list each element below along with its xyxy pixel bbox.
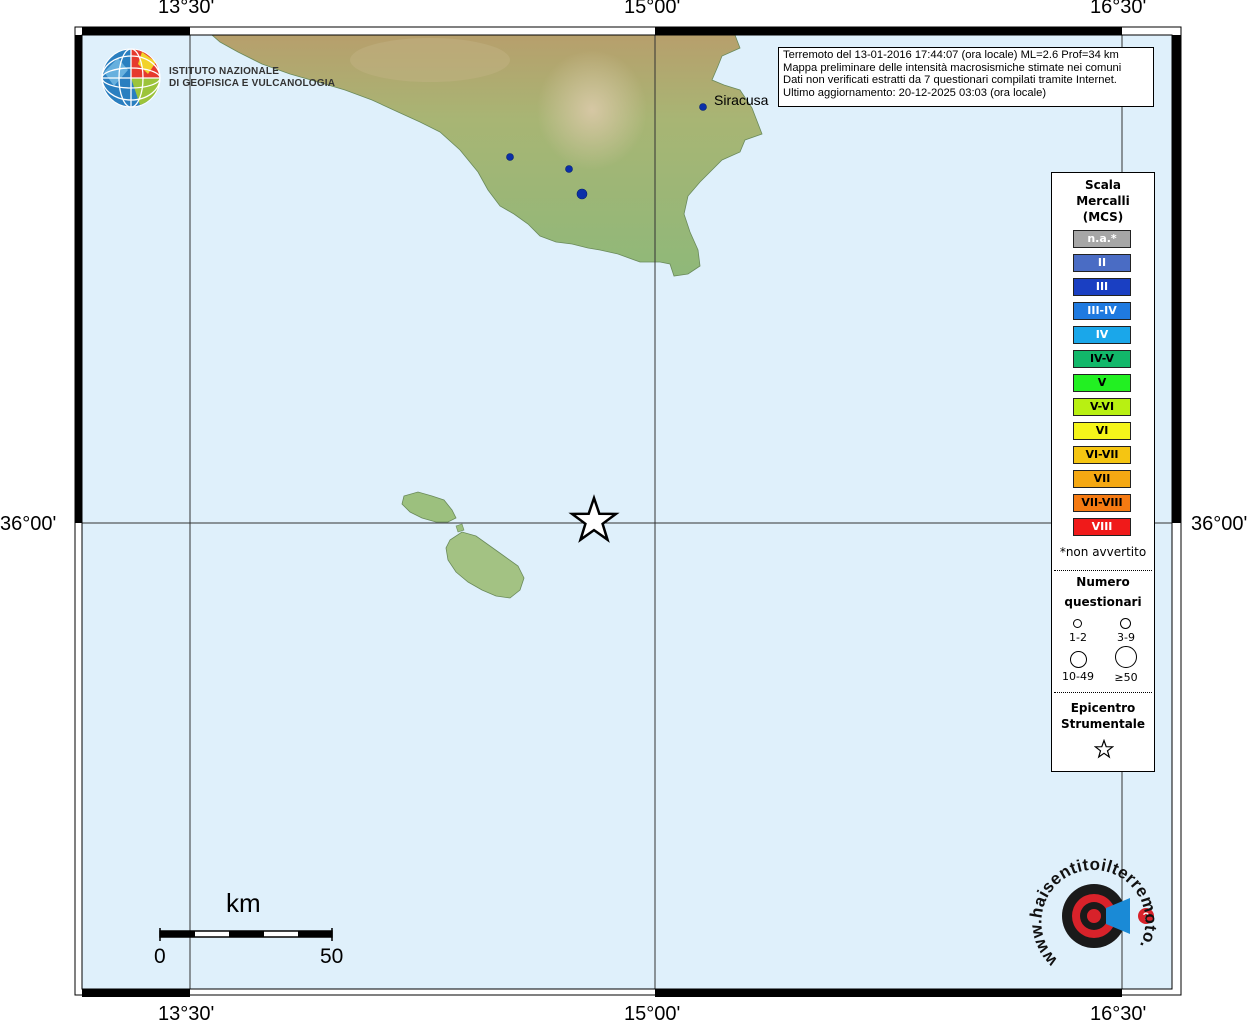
legend-item-intensity: VIII — [1073, 518, 1131, 536]
epicenter-title: Epicentro Strumentale — [1060, 701, 1146, 731]
questionnaire-circle-50 — [1115, 646, 1137, 668]
ingv-logo-line2: DI GEOFISICA E VULCANOLOGIA — [169, 78, 336, 89]
legend-item-intensity: III-IV — [1073, 302, 1131, 320]
legend-item-intensity: V-VI — [1073, 398, 1131, 416]
legend-panel: Scala Mercalli (MCS) n.a.* II III III-IV IV I… — [1051, 172, 1155, 772]
questionnaire-circle-1-2 — [1073, 619, 1082, 628]
legend-item-intensity: n.a.* — [1073, 230, 1131, 248]
legend-separator — [1054, 570, 1152, 571]
questionnaire-label-10-49: 10-49 — [1062, 670, 1094, 683]
questionnaire-label-50: ≥50 — [1114, 671, 1138, 684]
intensity-point[interactable] — [506, 153, 514, 161]
questionnaire-label-3-9: 3-9 — [1117, 631, 1135, 644]
scalebar-start: 0 — [154, 945, 166, 968]
intensity-point[interactable] — [565, 165, 573, 173]
intensity-point[interactable] — [576, 188, 588, 200]
info-line3: Dati non verificati estratti da 7 questi… — [783, 74, 1117, 87]
coord-right-36-00: 36°00' — [1191, 513, 1248, 535]
info-line4: Ultimo aggiornamento: 20-12-2025 03:03 (… — [783, 86, 1047, 99]
legend-title: Scala Mercalli (MCS) — [1076, 178, 1130, 224]
info-box: Terremoto del 13-01-2016 17:44:07 (ora l… — [778, 47, 1154, 107]
legend-item-intensity: IV-V — [1073, 350, 1131, 368]
coord-top-15-00: 15°00' — [624, 0, 681, 18]
scalebar-unit: km — [226, 888, 261, 918]
ingv-logo-line1: ISTITUTO NAZIONALE — [169, 66, 280, 77]
legend-item-intensity: VII-VIII — [1073, 494, 1131, 512]
questionnaire-circle-10-49 — [1070, 651, 1087, 668]
legend-star-icon — [1094, 739, 1114, 759]
legend-item-intensity: VI-VII — [1073, 446, 1131, 464]
legend-note: *non avvertito — [1059, 545, 1147, 559]
place-label-siracusa: Siracusa — [714, 92, 769, 108]
coord-top-13-30: 13°30' — [158, 0, 215, 18]
coord-bottom-13-30: 13°30' — [158, 1003, 215, 1025]
siracusa-point[interactable] — [699, 103, 707, 111]
info-line2: Mappa preliminare delle intensità macros… — [783, 61, 1122, 74]
legend-item-intensity: V — [1073, 374, 1131, 392]
scalebar-end: 50 — [320, 945, 344, 968]
coord-left-36-00: 36°00' — [0, 513, 57, 535]
legend-item-intensity: VI — [1073, 422, 1131, 440]
ingv-logo-globe — [101, 48, 161, 108]
legend-item-intensity: III — [1073, 278, 1131, 296]
questionnaire-label-1-2: 1-2 — [1069, 631, 1087, 644]
inland-hills — [350, 38, 510, 82]
info-line1: Terremoto del 13-01-2016 17:44:07 (ora l… — [783, 49, 1119, 61]
coord-bottom-15-00: 15°00' — [624, 1003, 681, 1025]
legend-item-intensity: VII — [1073, 470, 1131, 488]
hyblaean-hills — [537, 50, 647, 170]
questionnaires-title: Numero questionari — [1064, 575, 1142, 609]
coord-top-16-30: 16°30' — [1090, 0, 1147, 18]
legend-item-intensity: IV — [1073, 326, 1131, 344]
legend-separator — [1054, 692, 1152, 693]
coord-bottom-16-30: 16°30' — [1090, 1003, 1147, 1025]
legend-item-intensity: II — [1073, 254, 1131, 272]
questionnaire-circle-3-9 — [1120, 618, 1131, 629]
